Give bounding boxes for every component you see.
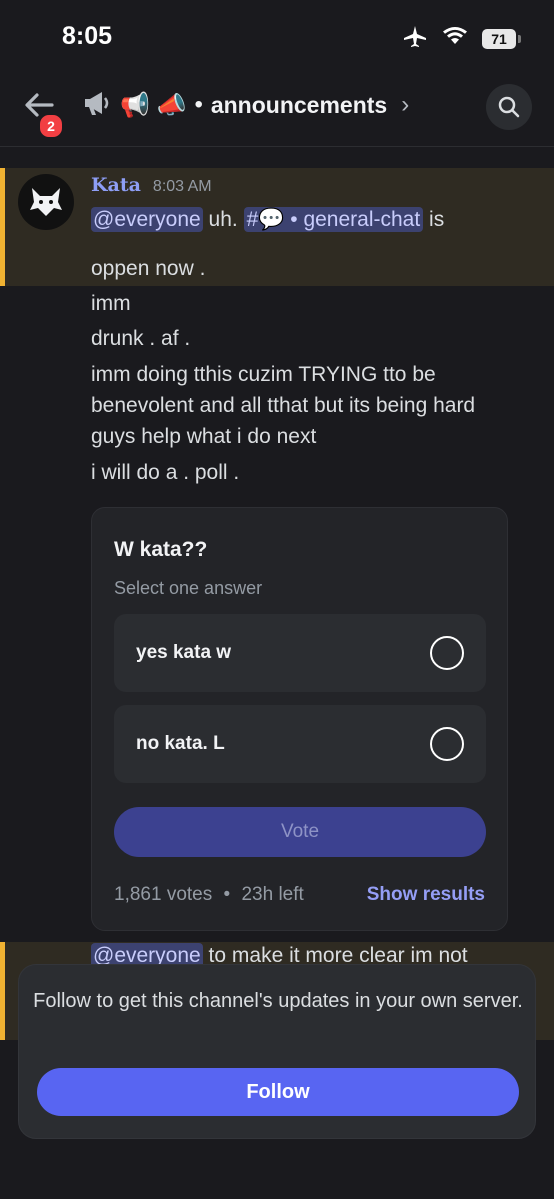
poll-question: W kata??: [114, 538, 208, 561]
message-text: uh.: [202, 208, 244, 231]
channel-separator: •: [194, 91, 203, 118]
channel-emoji: 📢 📣: [120, 91, 187, 119]
chevron-right-icon: ›: [401, 91, 410, 118]
message-line: guys help what i do next: [91, 425, 317, 448]
poll-footer-separator: •: [223, 884, 231, 905]
poll-time-left: 23h left: [241, 884, 304, 905]
message-line: oppen now .: [91, 257, 206, 280]
radio-button[interactable]: [430, 636, 464, 670]
battery-icon: 71: [482, 28, 521, 49]
everyone-mention[interactable]: @everyone: [91, 207, 203, 232]
wifi-icon: [442, 26, 468, 51]
poll-option[interactable]: no kata. L: [114, 705, 486, 783]
airplane-icon: [402, 24, 428, 53]
avatar[interactable]: [18, 174, 74, 230]
vote-button[interactable]: Vote: [114, 807, 486, 857]
poll-option-label: yes kata w: [136, 642, 232, 663]
message-line: i will do a . poll .: [91, 461, 240, 484]
message-text: is: [423, 208, 445, 231]
follow-button[interactable]: Follow: [37, 1068, 519, 1116]
message-timestamp: 8:03 AM: [152, 178, 212, 195]
message-author[interactable]: Kata: [91, 174, 141, 196]
status-time: 8:05: [62, 22, 113, 50]
message-line: drunk . af .: [91, 327, 191, 350]
message-line: benevolent and all tthat but its being h…: [91, 394, 476, 417]
channel-title[interactable]: 📢 📣 • announcements ›: [82, 88, 409, 122]
channel-mention[interactable]: #💬 • general-chat: [243, 207, 424, 232]
radio-button[interactable]: [430, 727, 464, 761]
follow-description: Follow to get this channel's updates in …: [33, 990, 523, 1012]
wolf-avatar-icon: [30, 188, 62, 216]
follow-prompt: Follow to get this channel's updates in …: [18, 964, 536, 1139]
poll-footer: 1,861 votes • 23h left: [114, 884, 304, 906]
message-line: imm doing tthis cuzim TRYING tto be: [91, 363, 436, 386]
search-button[interactable]: [486, 84, 532, 130]
show-results-link[interactable]: Show results: [367, 884, 485, 906]
poll-hint: Select one answer: [114, 578, 263, 598]
poll-option[interactable]: yes kata w: [114, 614, 486, 692]
poll-option-label: no kata. L: [136, 733, 225, 754]
channel-name: announcements: [210, 91, 388, 118]
status-icons: 71: [402, 24, 521, 53]
message-line: @everyone uh. #💬 • general-chat is: [91, 207, 445, 232]
search-icon: [498, 96, 520, 118]
app-screen: 8:05 71 2 📢 📣 • announcements › Kata 8:0…: [0, 0, 554, 1199]
message-meta: Kata 8:03 AM: [91, 174, 212, 196]
poll-card: W kata?? Select one answer yes kata w no…: [91, 507, 508, 931]
announcement-channel-icon: [82, 89, 112, 122]
unread-badge: 2: [38, 113, 64, 139]
poll-votes: 1,861 votes: [114, 884, 213, 905]
status-bar: 8:05 71: [0, 0, 554, 70]
message-line: imm: [91, 292, 131, 315]
